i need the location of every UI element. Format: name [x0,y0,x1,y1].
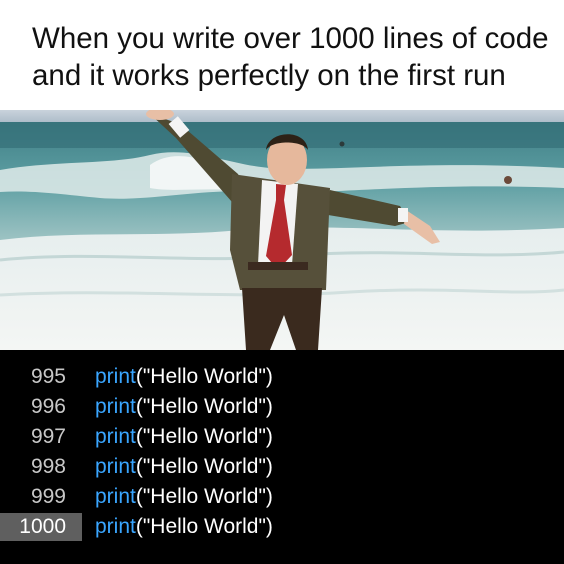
function-name: print [95,395,136,418]
man-on-beach-illustration [0,110,564,350]
function-argument: ("Hello World") [135,365,273,388]
code-line-active: 1000 print("Hello World") [0,513,564,543]
code-line: 997 print("Hello World") [0,423,564,453]
code-line: 998 print("Hello World") [0,453,564,483]
function-name: print [95,425,136,448]
beach-photo [0,110,564,350]
code-line: 995 print("Hello World") [0,363,564,393]
function-argument: ("Hello World") [135,485,273,508]
function-name: print [95,365,136,388]
line-number-active: 1000 [0,513,82,541]
meme-caption: When you write over 1000 lines of code a… [0,0,564,110]
code-statement: print("Hello World") [95,423,273,451]
sky [0,110,564,122]
line-number: 998 [30,455,66,478]
function-argument: ("Hello World") [135,455,273,478]
line-number: 999 [30,485,66,508]
swimmer [504,176,512,184]
caption-line-1: When you write over 1000 lines of code [32,22,549,55]
code-statement: print("Hello World") [95,363,273,391]
function-name: print [95,515,136,538]
function-argument: ("Hello World") [135,425,273,448]
code-line: 999 print("Hello World") [0,483,564,513]
code-statement: print("Hello World") [95,453,273,481]
function-name: print [95,455,136,478]
code-editor: 995 print("Hello World") 996 print("Hell… [0,350,564,564]
function-argument: ("Hello World") [135,395,273,418]
function-argument: ("Hello World") [135,515,273,538]
line-number: 995 [30,365,66,388]
code-statement: print("Hello World") [95,393,273,421]
line-number: 997 [30,425,66,448]
code-statement: print("Hello World") [95,483,273,511]
caption-line-2: and it works perfectly on the first run [32,59,506,92]
code-line: 996 print("Hello World") [0,393,564,423]
code-statement: print("Hello World") [95,513,273,541]
line-number: 996 [30,395,66,418]
function-name: print [95,485,136,508]
